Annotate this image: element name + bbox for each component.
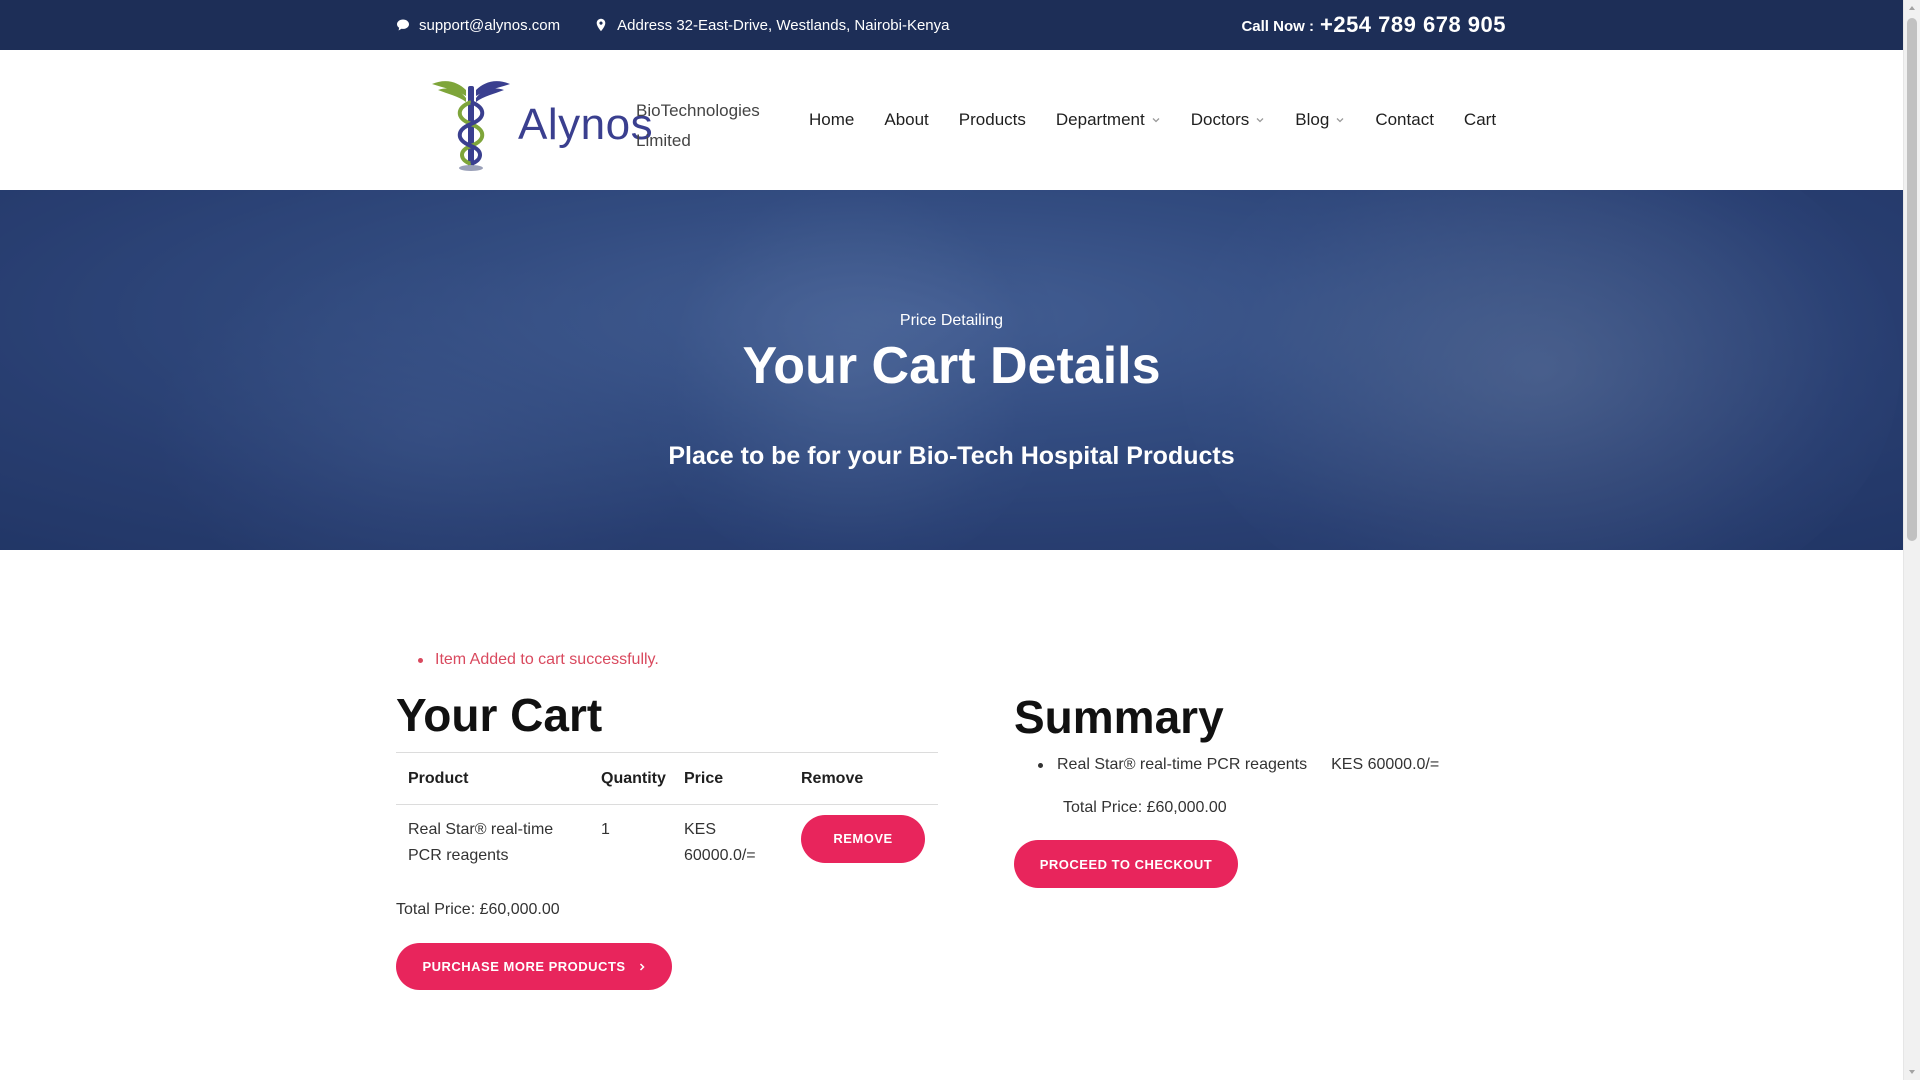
- list-item: Real Star® real-time PCR reagents KES 60…: [1038, 756, 1439, 774]
- vertical-scrollbar[interactable]: [1903, 0, 1920, 1080]
- nav-doctors-label: Doctors: [1190, 110, 1250, 129]
- nav-about-label: About: [884, 110, 929, 129]
- scroll-up-arrow-icon[interactable]: [1908, 4, 1916, 12]
- phone-number[interactable]: +254 789 678 905: [1320, 12, 1506, 38]
- call-label: Call Now :: [1241, 18, 1314, 35]
- chat-bubble-icon: [397, 19, 409, 31]
- flash-message-text: Item Added to cart successfully.: [435, 651, 659, 668]
- chevron-down-icon: [1336, 118, 1344, 123]
- summary-title: Summary: [1014, 691, 1224, 743]
- caduceus-logo-icon: [432, 81, 510, 171]
- flash-message: Item Added to cart successfully.: [418, 651, 659, 669]
- nav-contact[interactable]: Contact: [1375, 110, 1434, 130]
- nav-cart[interactable]: Cart: [1464, 110, 1496, 130]
- cart-total: Total Price: £60,000.00: [396, 901, 560, 918]
- checkout-button-label: PROCEED TO CHECKOUT: [1039, 856, 1213, 872]
- address-text: Address 32-East-Drive, Westlands, Nairob…: [617, 16, 950, 34]
- nav-about[interactable]: About: [884, 110, 928, 130]
- nav-products-label: Products: [958, 110, 1026, 129]
- cart-title: Your Cart: [396, 689, 603, 741]
- summary-item-name: Real Star® real-time PCR reagents: [1057, 756, 1308, 773]
- column-header-price: Price: [684, 769, 724, 787]
- site-header: Alynos BioTechnologies Limited Home Abou…: [0, 50, 1903, 190]
- cart-price: KES 60000.0/=: [684, 817, 801, 887]
- map-pin-icon: [596, 18, 606, 32]
- nav-cart-label: Cart: [1463, 110, 1497, 129]
- nav-home-label: Home: [809, 110, 855, 129]
- main-nav: Home About Products Department Doctors B…: [809, 50, 1496, 190]
- column-header-quantity: Quantity: [601, 769, 666, 787]
- email-contact[interactable]: support@alynos.com: [396, 17, 560, 34]
- chevron-right-icon: [639, 962, 645, 971]
- summary-total: Total Price: £60,000.00: [1063, 799, 1227, 816]
- column-header-product: Product: [408, 769, 469, 787]
- nav-department[interactable]: Department: [1056, 110, 1161, 130]
- scrollbar-thumb[interactable]: [1907, 18, 1917, 541]
- logo[interactable]: Alynos: [428, 78, 653, 172]
- top-bar: support@alynos.com Address 32-East-Drive…: [0, 0, 1903, 50]
- purchase-more-label: PURCHASE MORE PRODUCTS: [422, 959, 626, 974]
- logo-wordmark: Alynos: [518, 100, 654, 149]
- summary-item-amount: KES 60000.0/=: [1331, 756, 1440, 773]
- chevron-down-icon: [1152, 118, 1160, 123]
- remove-button[interactable]: REMOVE: [801, 815, 925, 863]
- nav-home[interactable]: Home: [809, 110, 854, 130]
- column-header-remove: Remove: [801, 769, 864, 787]
- cart-table-header: Product Quantity Price Remove: [396, 753, 938, 805]
- cart-remove-cell: REMOVE: [801, 815, 938, 887]
- purchase-more-button[interactable]: PURCHASE MORE PRODUCTS: [396, 943, 672, 990]
- cart-table: Product Quantity Price Remove Real Star®…: [396, 752, 938, 887]
- call-now[interactable]: Call Now : +254 789 678 905: [1241, 0, 1506, 50]
- hero-eyebrow: Price Detailing: [899, 312, 1004, 329]
- scroll-down-arrow-icon[interactable]: [1908, 1068, 1916, 1076]
- cart-quantity: 1: [601, 821, 610, 838]
- email-text[interactable]: support@alynos.com: [419, 17, 560, 34]
- cart-product-name-text: Real Star® real-time PCR reagents: [408, 821, 554, 864]
- nav-blog[interactable]: Blog: [1295, 110, 1345, 130]
- contact-info: support@alynos.com Address 32-East-Drive…: [396, 0, 949, 50]
- chevron-down-icon: [1256, 118, 1264, 123]
- cart-price-text: KES 60000.0/=: [684, 821, 756, 864]
- page-title: Your Cart Details: [742, 337, 1161, 395]
- content-area: support@alynos.com Address 32-East-Drive…: [0, 0, 1903, 1080]
- address-contact: Address 32-East-Drive, Westlands, Nairob…: [594, 17, 949, 34]
- table-row: Real Star® real-time PCR reagents 1 KES …: [396, 805, 938, 887]
- bullet-dot: [1038, 762, 1043, 768]
- cart-product-name: Real Star® real-time PCR reagents: [396, 817, 601, 887]
- proceed-to-checkout-button[interactable]: PROCEED TO CHECKOUT: [1014, 840, 1238, 888]
- nav-blog-label: Blog: [1295, 110, 1330, 129]
- hero-subtitle: Place to be for your Bio-Tech Hospital P…: [668, 442, 1235, 470]
- nav-contact-label: Contact: [1375, 110, 1434, 129]
- hero-banner: Price Detailing Your Cart Details Place …: [0, 190, 1903, 550]
- nav-products[interactable]: Products: [959, 110, 1026, 130]
- nav-doctors[interactable]: Doctors: [1191, 110, 1266, 130]
- nav-department-label: Department: [1055, 110, 1145, 129]
- brand-tagline: BioTechnologies Limited: [636, 101, 760, 150]
- bullet-dot: [418, 657, 423, 663]
- page: support@alynos.com Address 32-East-Drive…: [0, 0, 1920, 1080]
- remove-button-label: REMOVE: [833, 831, 893, 846]
